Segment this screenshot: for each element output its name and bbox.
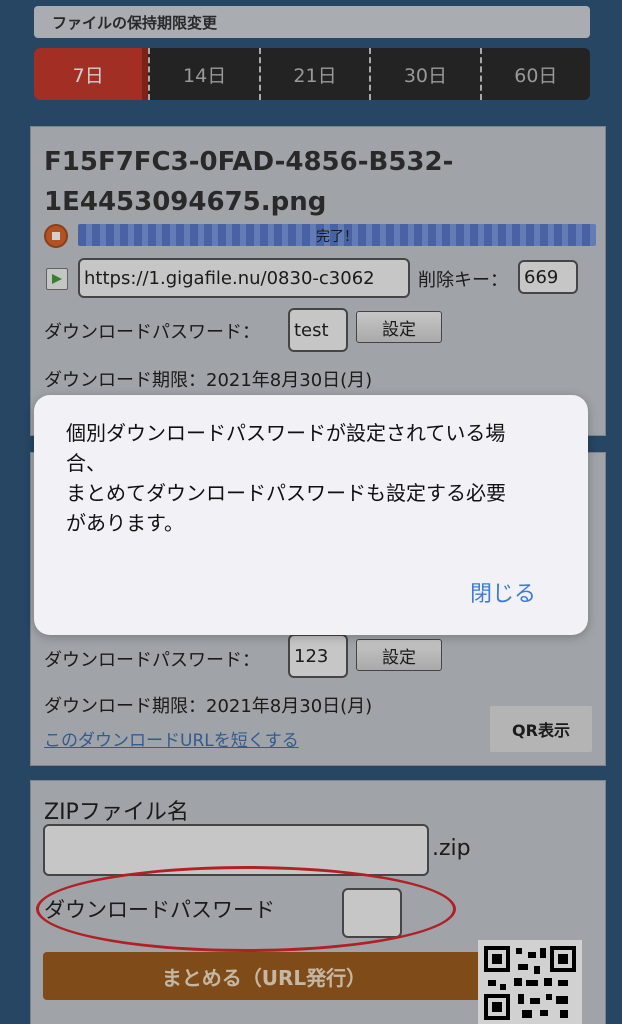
dialog-message-line-3: まとめてダウンロードパスワードも設定する必要 [66,481,506,505]
dialog-message-line-2: 合、 [66,451,106,475]
dialog-message-line-4: があります。 [66,511,184,535]
dialog-message: 個別ダウンロードパスワードが設定されている場 合、 まとめてダウンロードパスワー… [66,418,560,538]
dialog-close-button[interactable]: 閉じる [470,576,536,608]
dialog-message-line-1: 個別ダウンロードパスワードが設定されている場 [66,421,506,445]
